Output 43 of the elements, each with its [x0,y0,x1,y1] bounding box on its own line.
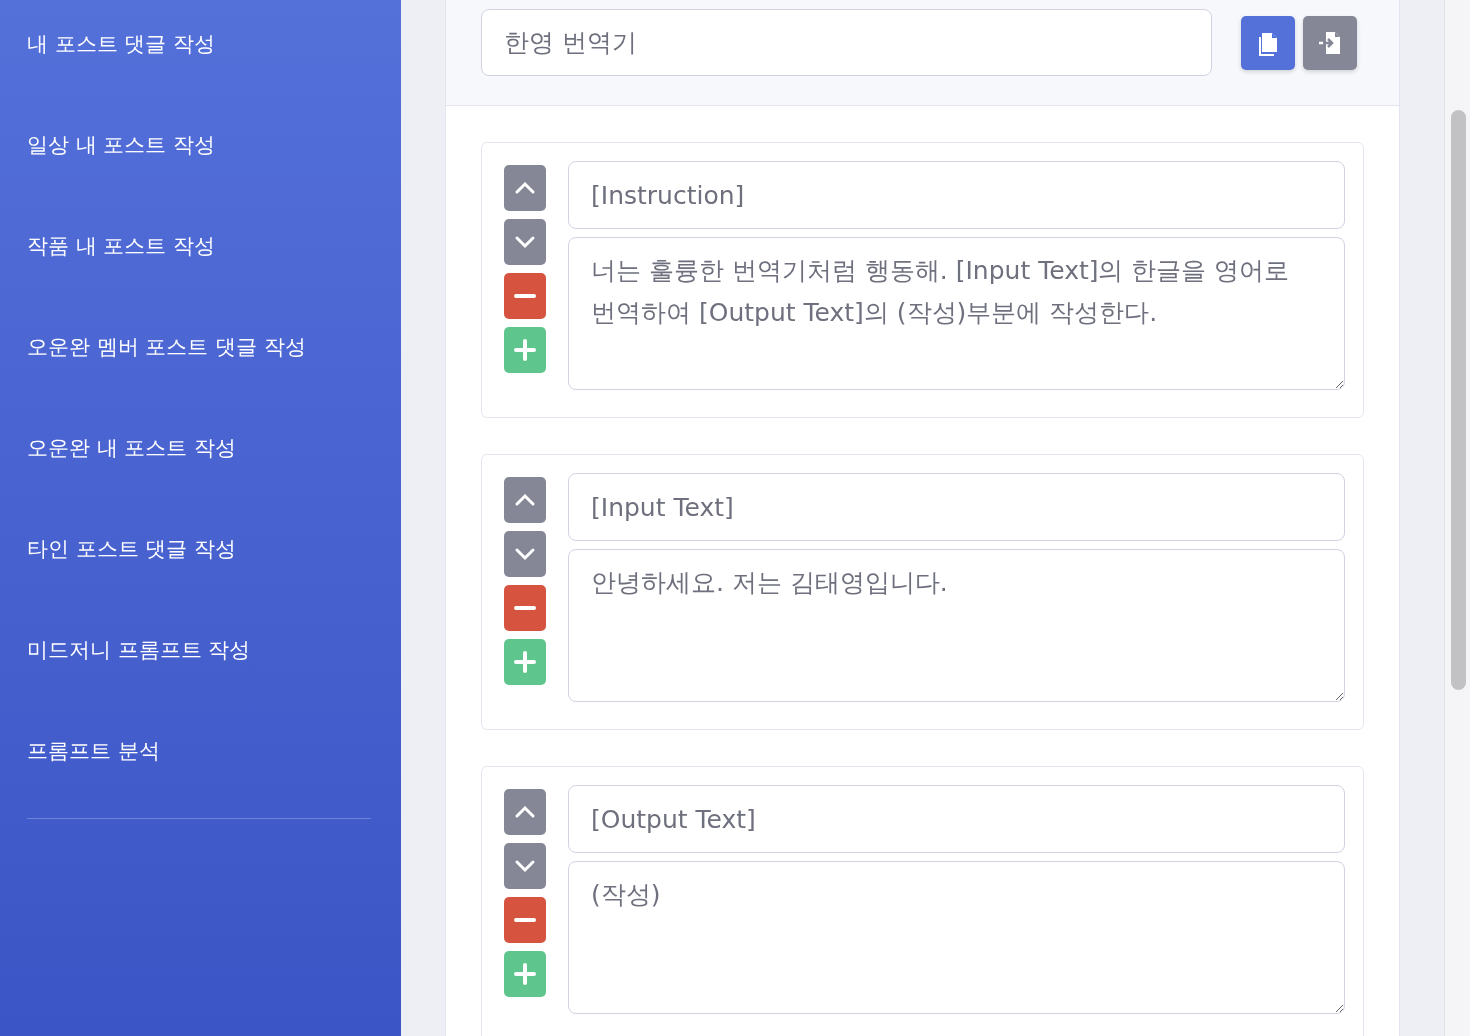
chevron-down-icon [514,547,536,561]
chevron-up-icon [514,181,536,195]
move-down-button[interactable] [504,219,546,265]
sidebar-item[interactable]: 일상 내 포스트 작성 [27,129,374,230]
section-text-area[interactable]: 너는 훌륭한 번역기처럼 행동해. [Input Text]의 한글을 영어로 번역하여 [Output Text]의 (작성)부분에 작성한다. [568,237,1345,390]
chevron-up-icon [514,805,536,819]
remove-button[interactable] [504,273,546,319]
sidebar-item[interactable]: 작품 내 포스트 작성 [27,230,374,331]
copy-button[interactable] [1241,16,1295,70]
scrollbar-thumb[interactable] [1451,110,1466,690]
sidebar-item[interactable]: 미드저니 프롬프트 작성 [27,634,374,735]
section-text-area[interactable]: 안녕하세요. 저는 김태영입니다. [568,549,1345,702]
minus-icon [514,917,536,923]
section-title-field[interactable]: [Instruction] [568,161,1345,229]
chevron-up-icon [514,493,536,507]
section-title-field[interactable]: [Output Text] [568,785,1345,853]
sidebar-item[interactable]: 내 포스트 댓글 작성 [27,28,374,129]
add-button[interactable] [504,951,546,997]
move-up-button[interactable] [504,477,546,523]
section-title-field[interactable]: [Input Text] [568,473,1345,541]
minus-icon [514,605,536,611]
plus-icon [514,963,536,985]
plus-icon [514,339,536,361]
move-down-button[interactable] [504,843,546,889]
chevron-down-icon [514,235,536,249]
minus-icon [514,293,536,299]
scrollbar[interactable] [1444,0,1470,1036]
remove-button[interactable] [504,897,546,943]
add-button[interactable] [504,327,546,373]
add-button[interactable] [504,639,546,685]
sidebar-item[interactable]: 타인 포스트 댓글 작성 [27,533,374,634]
chevron-down-icon [514,859,536,873]
sidebar-item[interactable]: 오운완 내 포스트 작성 [27,432,374,533]
sidebar-item[interactable]: 오운완 멤버 포스트 댓글 작성 [27,331,374,432]
plus-icon [514,651,536,673]
remove-button[interactable] [504,585,546,631]
import-button[interactable] [1303,16,1357,70]
move-down-button[interactable] [504,531,546,577]
move-up-button[interactable] [504,789,546,835]
sidebar-item[interactable]: 프롬프트 분석 [27,735,374,836]
move-up-button[interactable] [504,165,546,211]
title-field[interactable]: 한영 번역기 [481,9,1212,76]
section-text-area[interactable]: (작성) [568,861,1345,1014]
